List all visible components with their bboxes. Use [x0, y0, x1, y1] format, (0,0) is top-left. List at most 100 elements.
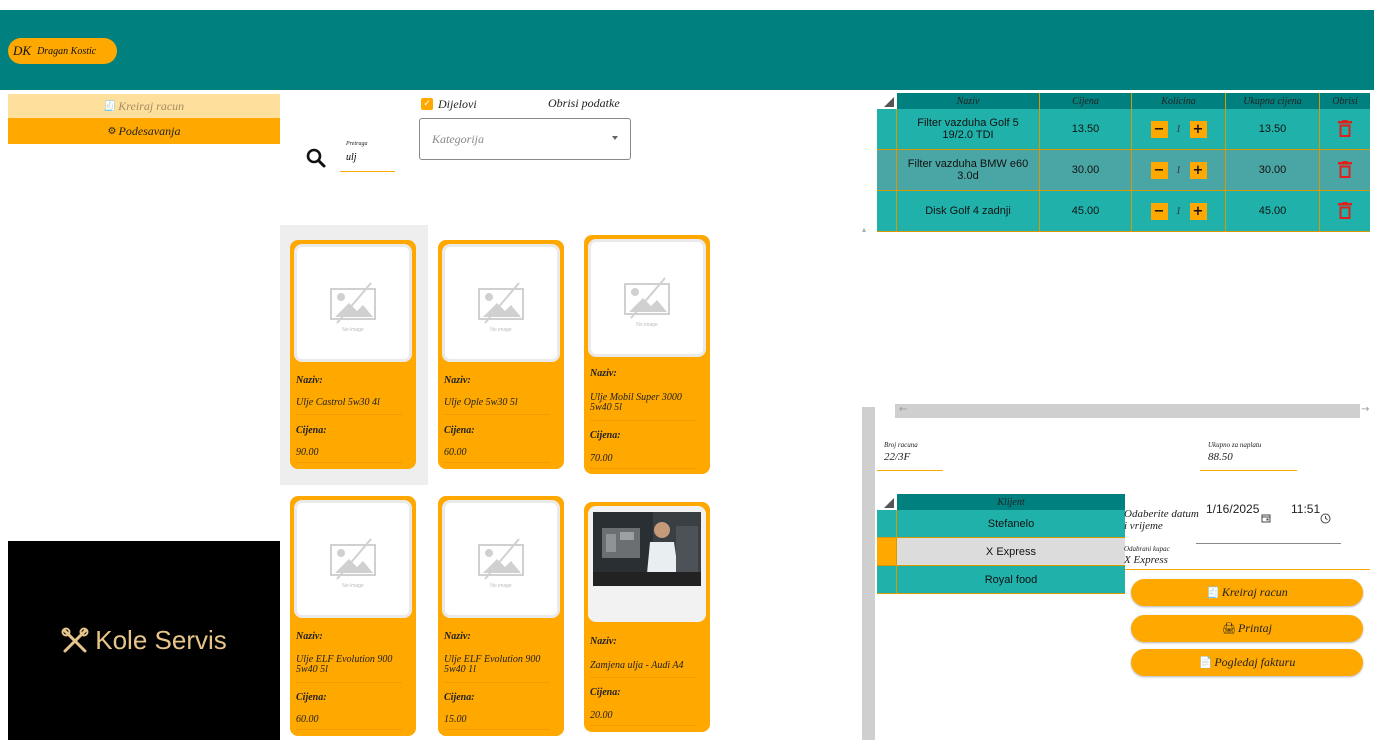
receipt-icon: 🧾 — [103, 100, 117, 112]
chevron-down-icon — [612, 136, 618, 140]
table-row[interactable]: Stefanelo — [877, 510, 1125, 538]
divider — [590, 725, 696, 726]
view-invoice-button[interactable]: 📄 Pogledaj fakturu — [1131, 649, 1363, 676]
row-header[interactable] — [877, 191, 897, 231]
scroll-right-arrow-icon[interactable]: → — [1361, 404, 1369, 415]
product-name-label: Naziv: — [444, 375, 471, 386]
print-button[interactable]: 🖨 Printaj — [1131, 615, 1363, 642]
product-card[interactable]: No image Naziv: Ulje Mobil Super 3000 5w… — [584, 235, 710, 474]
product-price: 70.00 — [590, 453, 613, 464]
parts-checkbox-label: Dijelovi — [438, 97, 477, 111]
product-card[interactable]: No image Naziv: Ulje ELF Evolution 900 5… — [438, 496, 564, 736]
product-name: Ulje Mobil Super 3000 5w40 5l — [590, 392, 682, 413]
product-card[interactable]: Naziv: Zamjena ulja - Audi A4 Cijena: 20… — [584, 502, 710, 732]
vertical-scrollbar[interactable] — [862, 407, 875, 740]
product-card[interactable]: No image Naziv: Ulje ELF Evolution 900 5… — [290, 496, 416, 736]
decrease-quantity-button[interactable]: − — [1150, 161, 1168, 179]
svg-text:No image: No image — [636, 322, 658, 328]
create-invoice-label: Kreiraj racun — [1221, 585, 1288, 599]
decrease-quantity-button[interactable]: − — [1150, 202, 1168, 220]
row-header[interactable] — [877, 150, 897, 190]
delete-cell — [1320, 191, 1370, 231]
row-header[interactable] — [877, 510, 897, 537]
product-price-label: Cijena: — [590, 687, 621, 698]
date-field[interactable]: 1/16/2025 — [1206, 502, 1259, 516]
product-price-label: Cijena: — [296, 425, 327, 436]
table-corner[interactable] — [877, 93, 897, 109]
cart-item-price: 30.00 — [1040, 150, 1132, 190]
svg-text:No image: No image — [342, 327, 364, 333]
increase-quantity-button[interactable]: + — [1189, 202, 1207, 220]
table-row[interactable]: Filter vazduha Golf 5 19/2.0 TDI 13.50 −… — [877, 109, 1370, 150]
column-header-total[interactable]: Ukupna cijena — [1226, 93, 1320, 109]
trash-icon[interactable] — [1338, 202, 1352, 220]
quantity-stepper: − 1 + — [1132, 109, 1226, 149]
column-header-client[interactable]: Klijent — [897, 494, 1125, 510]
scroll-left-arrow-icon[interactable]: ← — [899, 404, 907, 415]
quantity-stepper: − 1 + — [1132, 150, 1226, 190]
product-price: 60.00 — [296, 714, 319, 725]
sidebar-item-settings[interactable]: ⚙ Podesavanja — [8, 118, 280, 144]
view-invoice-label: Pogledaj fakturu — [1214, 655, 1296, 669]
create-invoice-button[interactable]: 🧾 Kreiraj racun — [1131, 579, 1363, 606]
clock-icon[interactable] — [1320, 513, 1331, 524]
client-name: X Express — [897, 538, 1125, 565]
product-card[interactable]: No image Naziv: Ulje Castrol 5w30 4l Cij… — [290, 240, 416, 469]
selected-customer-value: X Express — [1124, 554, 1168, 566]
product-price-label: Cijena: — [444, 692, 475, 703]
svg-text:No image: No image — [490, 327, 512, 333]
divider — [444, 729, 550, 730]
divider — [296, 462, 402, 463]
no-image-icon: No image — [330, 538, 376, 589]
quantity-value: 1 — [1176, 205, 1181, 217]
row-header[interactable] — [877, 538, 897, 565]
table-row[interactable]: Filter vazduha BMW e60 3.0d 30.00 − 1 + … — [877, 150, 1370, 191]
time-field[interactable]: 11:51 — [1291, 502, 1320, 516]
logo-text: Kole Servis — [95, 625, 227, 655]
table-row[interactable]: X Express — [877, 538, 1125, 566]
scroll-up-arrow-icon[interactable]: ▴ — [862, 225, 866, 234]
no-image-icon: No image — [478, 282, 524, 333]
product-image: No image — [442, 244, 560, 362]
product-price-label: Cijena: — [296, 692, 327, 703]
svg-text:No image: No image — [342, 583, 364, 589]
divider — [296, 414, 402, 415]
total-due-value: 88.50 — [1208, 451, 1233, 463]
printer-icon: 🖨 — [1222, 622, 1236, 635]
table-row[interactable]: Royal food — [877, 566, 1125, 594]
product-card[interactable]: No image Naziv: Ulje Ople 5w30 5l Cijena… — [438, 240, 564, 469]
calendar-icon[interactable] — [1261, 513, 1271, 523]
horizontal-scrollbar[interactable] — [895, 404, 1360, 418]
decrease-quantity-button[interactable]: − — [1150, 120, 1168, 138]
row-header[interactable] — [877, 109, 897, 149]
search-input[interactable] — [340, 147, 395, 172]
sidebar-item-label: Kreiraj racun — [118, 98, 185, 113]
column-header-name[interactable]: Naziv — [897, 93, 1040, 109]
sidebar-item-create-invoice[interactable]: 🧾 Kreiraj racun — [8, 94, 280, 118]
row-header[interactable] — [877, 566, 897, 593]
product-image: No image — [588, 239, 706, 357]
clear-data-button[interactable]: Obrisi podatke — [548, 96, 620, 111]
cart-item-price: 45.00 — [1040, 191, 1132, 231]
client-name: Stefanelo — [987, 517, 1035, 530]
table-corner[interactable] — [877, 494, 897, 510]
user-chip[interactable]: DK Dragan Kostic — [8, 38, 117, 64]
column-header-quantity[interactable]: Kolicina — [1132, 93, 1226, 109]
trash-icon[interactable] — [1338, 120, 1352, 138]
no-image-icon: No image — [624, 277, 670, 328]
search-icon[interactable] — [304, 146, 328, 170]
invoice-number-field[interactable]: 22/3F — [884, 451, 910, 463]
client-name: Royal food — [984, 573, 1038, 586]
table-row[interactable]: Disk Golf 4 zadnji 45.00 − 1 + 45.00 — [877, 191, 1370, 232]
divider — [590, 677, 696, 678]
trash-icon[interactable] — [1338, 161, 1352, 179]
product-image: No image — [294, 244, 412, 362]
product-name-label: Naziv: — [590, 368, 617, 379]
column-header-price[interactable]: Cijena — [1040, 93, 1132, 109]
increase-quantity-button[interactable]: + — [1189, 120, 1207, 138]
parts-checkbox[interactable]: ✓ — [421, 98, 433, 110]
increase-quantity-button[interactable]: + — [1189, 161, 1207, 179]
category-select[interactable]: Kategorija — [419, 118, 631, 160]
field-underline — [1125, 569, 1370, 570]
column-header-delete[interactable]: Obrisi — [1320, 93, 1370, 109]
